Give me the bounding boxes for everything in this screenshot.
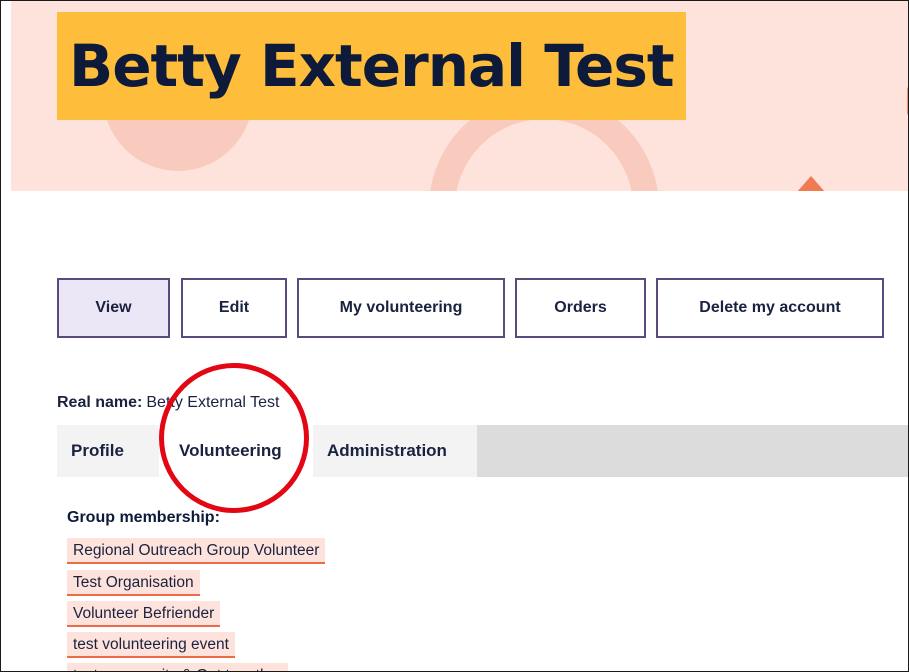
tab-profile[interactable]: Profile — [57, 425, 159, 477]
task-my-volunteering-label: My volunteering — [339, 299, 463, 316]
task-edit-label: Edit — [218, 299, 250, 316]
task-delete-account-button[interactable]: Delete my account — [656, 278, 884, 338]
group-link[interactable]: Test Organisation — [67, 570, 200, 596]
tab-administration[interactable]: Administration — [313, 425, 477, 477]
group-membership-heading: Group membership: — [67, 509, 220, 526]
task-delete-account-label: Delete my account — [699, 299, 841, 316]
real-name-value: Betty External Test — [146, 394, 280, 411]
profile-tabs: Profile Volunteering Administration — [57, 425, 908, 477]
hero-small-triangle-decoration — [907, 87, 908, 115]
tab-volunteering[interactable]: Volunteering — [159, 425, 313, 477]
tab-administration-label: Administration — [327, 441, 447, 460]
real-name-label: Real name: — [57, 394, 143, 411]
real-name-field: Real name: Betty External Test — [57, 394, 279, 412]
hero-triangle-decoration — [797, 176, 825, 191]
group-link[interactable]: Regional Outreach Group Volunteer — [67, 538, 326, 564]
tab-profile-label: Profile — [71, 441, 124, 460]
group-link[interactable]: test community & Get together — [67, 663, 289, 671]
tab-content: Group membership: Regional Outreach Grou… — [57, 477, 908, 671]
task-view-label: View — [95, 299, 132, 316]
task-orders-label: Orders — [554, 299, 607, 316]
task-my-volunteering-button[interactable]: My volunteering — [297, 278, 505, 338]
tab-volunteering-label: Volunteering — [179, 441, 282, 460]
group-link[interactable]: Volunteer Befriender — [67, 601, 221, 627]
task-view-button[interactable]: View — [57, 278, 170, 338]
task-orders-button[interactable]: Orders — [515, 278, 646, 338]
group-link[interactable]: test volunteering event — [67, 632, 235, 658]
page-frame: Betty External Test View Edit My volunte… — [0, 0, 909, 672]
page-title: Betty External Test — [57, 12, 686, 120]
task-edit-button[interactable]: Edit — [181, 278, 287, 338]
